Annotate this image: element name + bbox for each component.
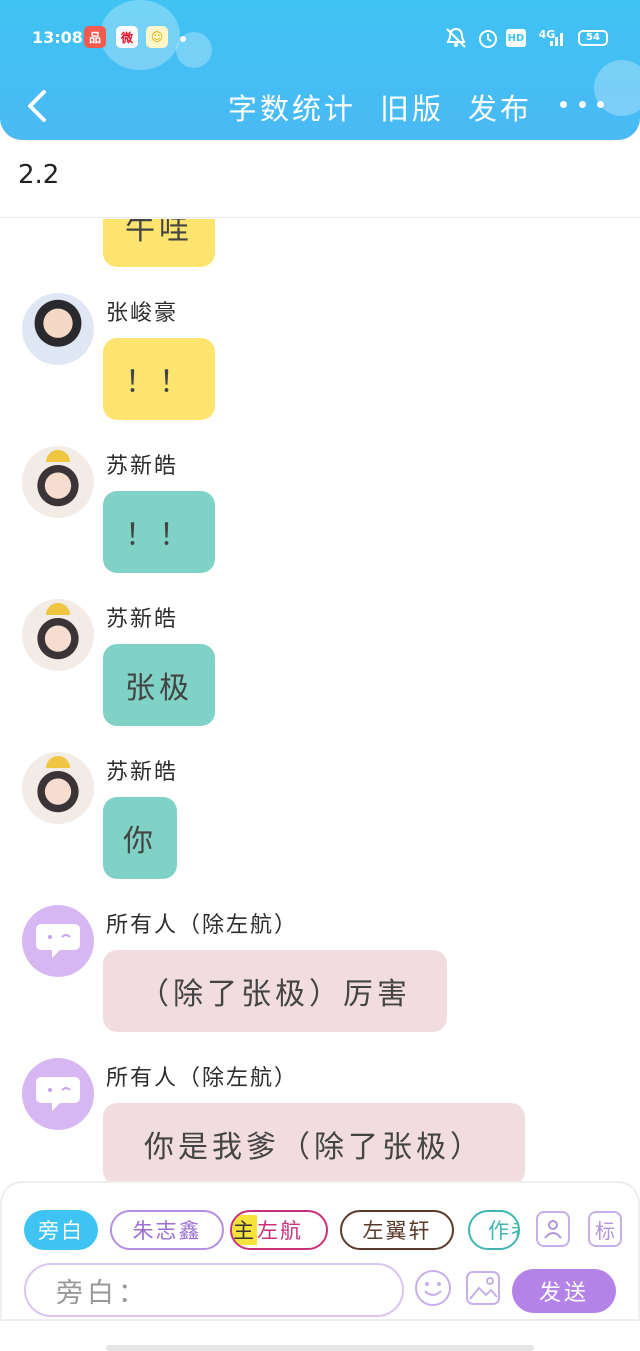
mute-bell-icon [442, 26, 470, 50]
avatar[interactable] [22, 293, 94, 365]
sender-name: 苏新皓 [106, 607, 179, 632]
input-panel: 旁白 朱志鑫 主 左航 左翼轩 作者 标 旁白： 发送 [0, 1181, 640, 1321]
hd-icon: HD [506, 29, 526, 47]
message-bubble[interactable]: 你 [103, 797, 177, 879]
app-notification-icon: 品 [84, 26, 106, 48]
old-version-button[interactable]: 旧版 [380, 86, 444, 128]
publish-button[interactable]: 发布 [468, 86, 532, 128]
sender-name: 苏新皓 [106, 454, 179, 479]
message-bubble[interactable]: 牛哇 [103, 219, 215, 267]
app-header: 13:08 品 微 ☺ HD 4G 54 字数统计 旧版 发布 [0, 0, 640, 140]
avatar[interactable] [22, 905, 94, 977]
message-list[interactable]: 牛哇 张峻豪 ！！ 苏新皓 ！！ 苏新皓 张极 苏新皓 你 所有人（除左航） （… [0, 219, 640, 1181]
signal-icon [548, 26, 568, 50]
emoji-icon[interactable] [414, 1269, 452, 1307]
sender-name: 所有人（除左航） [106, 913, 299, 938]
message-bubble[interactable]: ！！ [103, 491, 215, 573]
status-bar: 13:08 品 微 ☺ HD 4G 54 [0, 0, 640, 76]
home-indicator [106, 1345, 534, 1351]
notification-dot [180, 36, 186, 42]
role-chip-narration[interactable]: 旁白 [24, 1210, 98, 1250]
message-bubble[interactable]: 张极 [103, 644, 215, 726]
send-button[interactable]: 发送 [512, 1269, 616, 1313]
more-options-icon[interactable] [560, 92, 604, 116]
lightbulb-app-icon: ☺ [146, 26, 168, 48]
avatar[interactable] [22, 752, 94, 824]
role-manager-button[interactable] [536, 1211, 570, 1247]
role-chip-label: 左航 [257, 1219, 303, 1243]
chat-bubble-face-icon [36, 1077, 80, 1111]
person-icon [544, 1220, 562, 1239]
back-button[interactable] [22, 86, 52, 126]
word-count-button[interactable]: 字数统计 [228, 86, 356, 128]
sender-name: 所有人（除左航） [106, 1066, 299, 1091]
sender-name: 苏新皓 [106, 760, 179, 785]
chat-bubble-face-icon [36, 924, 80, 958]
avatar[interactable] [22, 1058, 94, 1130]
role-chip-zhu-zhixin[interactable]: 朱志鑫 [110, 1210, 224, 1250]
role-chip-zuo-yixuan[interactable]: 左翼轩 [340, 1210, 454, 1250]
sender-name: 张峻豪 [106, 301, 179, 326]
message-bubble[interactable]: ！！ [103, 338, 215, 420]
mark-button[interactable]: 标 [588, 1211, 622, 1247]
role-chip-author[interactable]: 作者 [468, 1210, 520, 1250]
chapter-title-row[interactable]: 2.2 [0, 140, 640, 218]
status-time: 13:08 [32, 28, 83, 47]
lead-role-marker: 主 [232, 1215, 257, 1245]
message-bubble[interactable]: （除了张极）厉害 [103, 950, 447, 1032]
nav-actions: 字数统计 旧版 发布 [228, 86, 532, 128]
image-icon[interactable] [464, 1269, 502, 1307]
battery-icon: 54 [578, 30, 608, 46]
role-chip-zuo-hang[interactable]: 主 左航 [230, 1210, 328, 1250]
chapter-title: 2.2 [18, 160, 60, 190]
avatar[interactable] [22, 446, 94, 518]
avatar[interactable] [22, 599, 94, 671]
message-bubble[interactable]: 你是我爹（除了张极） [103, 1103, 525, 1181]
message-input[interactable]: 旁白： [24, 1263, 404, 1317]
alarm-icon [476, 26, 500, 50]
weibo-icon: 微 [116, 26, 138, 48]
